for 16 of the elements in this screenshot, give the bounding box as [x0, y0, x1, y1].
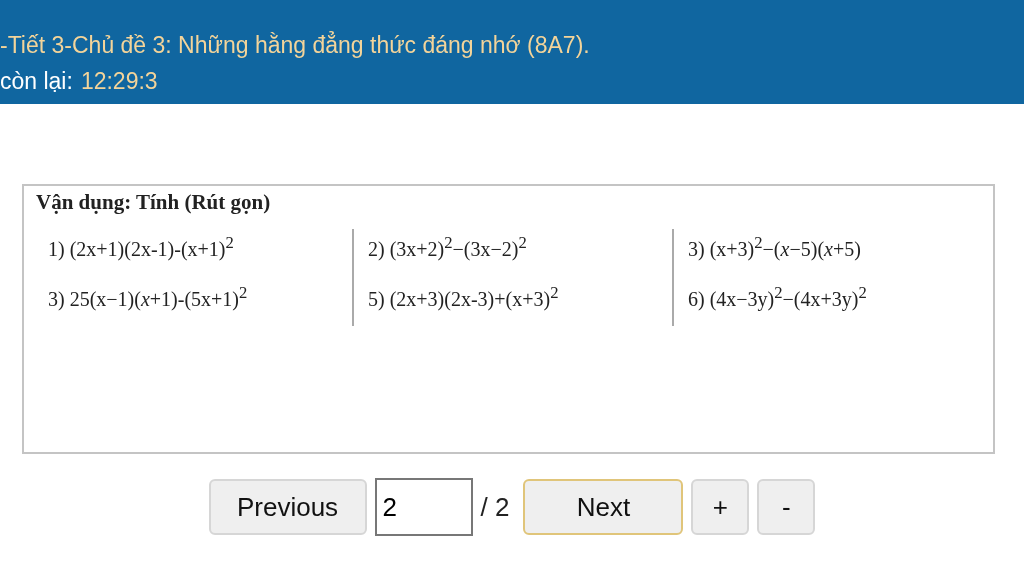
timer-label: còn lại: — [0, 67, 73, 96]
exercise-heading: Vận dụng: Tính (Rút gọn) — [36, 190, 272, 215]
page-total: / 2 — [480, 491, 510, 523]
timer-value: 12:29:3 — [80, 67, 158, 96]
math-expression: 6) (4x−3y)$^{2}$−(4x+3y)$^{2}$ — [688, 282, 867, 311]
page-number-field[interactable]: 2 — [374, 478, 473, 536]
math-expression: 1) (2x+1)(2x-1)-(x+1)$^{2}$ — [48, 233, 235, 261]
zoom-out-button[interactable]: - — [757, 479, 816, 535]
math-expression: 2) (3x+2)$^{2}$−(3x−2)$^{2}$ — [368, 233, 528, 261]
lesson-title: -Tiết 3-Chủ đề 3: Những hằng đẳng thức đáng nhớ (8A7). — [0, 30, 591, 60]
next-button[interactable]: Next — [523, 479, 684, 535]
math-expression: 5) (2x+3)(2x-3)+(x+3)$^{2}$ — [368, 282, 560, 311]
zoom-in-button[interactable]: + — [691, 479, 750, 535]
math-expression: 3) 25(x−1)(x+1)-(5x+1)$^{2}$ — [48, 282, 249, 311]
previous-button[interactable]: Previous — [208, 479, 367, 535]
math-expression: 3) (x+3)$^{2}$−(x−5)(x+5) — [688, 233, 862, 261]
